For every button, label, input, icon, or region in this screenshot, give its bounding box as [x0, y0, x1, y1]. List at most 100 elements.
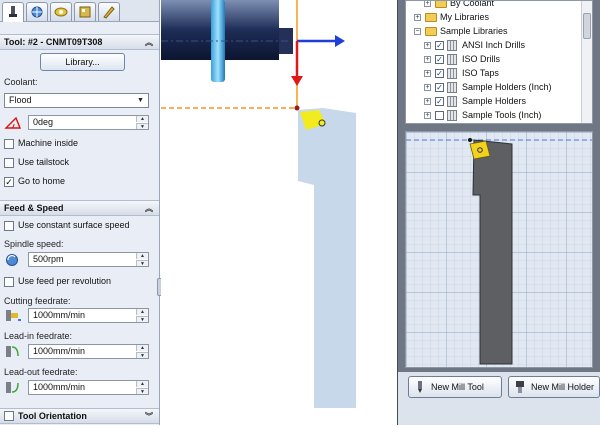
tool-tab[interactable] [2, 2, 24, 22]
tree-item-label: Sample Holders (Inch) [462, 82, 552, 92]
tree-item-checkbox[interactable]: ✓ [435, 69, 444, 78]
constant-surface-checkbox[interactable]: Use constant surface speed [4, 220, 154, 232]
tree-item[interactable]: + ✓ Sample Holders [406, 95, 582, 108]
expand-node-icon[interactable]: + [424, 56, 431, 63]
library-button[interactable]: Library... [40, 53, 125, 71]
expand-node-icon[interactable]: + [424, 42, 431, 49]
tree-item[interactable]: + Sample Tools (Inch) [406, 109, 582, 122]
angle-icon [4, 116, 22, 129]
config-icon [79, 6, 91, 18]
tree-item-checkbox[interactable]: ✓ [435, 41, 444, 50]
spin-down-icon[interactable]: ▼ [136, 260, 148, 267]
expand-node-icon[interactable]: + [424, 112, 431, 119]
spin-up-icon[interactable]: ▲ [136, 253, 148, 259]
graphics-viewport[interactable] [161, 0, 397, 425]
property-tab-strip [0, 0, 159, 22]
appearance-tab[interactable] [98, 2, 120, 21]
spin-up-icon[interactable]: ▲ [136, 116, 148, 122]
scrollbar-thumb[interactable] [583, 13, 591, 39]
use-tailstock-checkbox[interactable]: Use tailstock [4, 157, 154, 169]
expand-node-icon[interactable]: + [414, 14, 421, 21]
leadin-feedrate-value: 1000mm/min [33, 346, 86, 356]
expand-icon[interactable]: ︾ [145, 410, 153, 424]
preview-origin [468, 138, 472, 142]
new-mill-tool-label: New Mill Tool [431, 382, 484, 392]
expand-node-icon[interactable]: + [424, 1, 431, 7]
holder-icon [516, 381, 524, 393]
expand-node-icon[interactable]: + [424, 98, 431, 105]
tree-item-checkbox[interactable]: ✓ [435, 55, 444, 64]
go-to-home-label: Go to home [18, 176, 66, 186]
leadin-feedrate-label: Lead-in feedrate: [4, 331, 73, 341]
dropdown-arrow-icon[interactable]: ▼ [135, 95, 146, 106]
globe-tab[interactable] [26, 2, 48, 21]
tree-item[interactable]: + By Coolant [406, 1, 582, 10]
constant-surface-label: Use constant surface speed [18, 220, 130, 230]
tree-item-label: ISO Drills [462, 54, 500, 64]
collapse-node-icon[interactable]: − [414, 28, 421, 35]
tool-preview [405, 131, 593, 368]
machine-inside-label: Machine inside [18, 138, 79, 148]
cutting-feedrate-input[interactable]: 1000mm/min ▲ ▼ [28, 308, 149, 323]
spin-down-icon[interactable]: ▼ [136, 123, 148, 130]
spin-down-icon[interactable]: ▼ [136, 316, 148, 323]
tool-orientation-section-header[interactable]: Tool Orientation ︾ [0, 408, 159, 424]
spin-up-icon[interactable]: ▲ [136, 309, 148, 315]
feature-tab[interactable] [50, 2, 72, 21]
preview-insert [469, 140, 491, 160]
coolant-label: Coolant: [4, 77, 38, 87]
coolant-value: Flood [9, 95, 32, 105]
collapse-icon[interactable]: ︽ [145, 36, 153, 50]
checkbox-box[interactable] [4, 277, 14, 287]
spin-up-icon[interactable]: ▲ [136, 345, 148, 351]
spin-down-icon[interactable]: ▼ [136, 352, 148, 359]
property-manager: Tool: #2 - CNMT09T308 ︽ Library... Coola… [0, 0, 160, 425]
machine-inside-checkbox[interactable]: Machine inside [4, 138, 154, 150]
checkbox-box[interactable] [4, 139, 14, 149]
tree-item[interactable]: + ✓ Sample Holders (Inch) [406, 81, 582, 94]
tree-item-label: ISO Taps [462, 68, 499, 78]
spin-up-icon[interactable]: ▲ [136, 381, 148, 387]
spindle-icon [6, 254, 18, 266]
new-mill-holder-button[interactable]: New Mill Holder [508, 376, 600, 398]
tree-item-checkbox[interactable]: ✓ [435, 97, 444, 106]
checkbox-box[interactable]: ✓ [4, 177, 14, 187]
leadout-feedrate-value: 1000mm/min [33, 382, 86, 392]
tree-item[interactable]: + ✓ ISO Taps [406, 67, 582, 80]
globe-icon [31, 6, 43, 18]
folder-icon [425, 13, 437, 22]
drill-icon [418, 381, 422, 393]
leadout-feedrate-input[interactable]: 1000mm/min ▲ ▼ [28, 380, 149, 395]
tree-item[interactable]: + My Libraries [406, 11, 582, 24]
tree-item[interactable]: + ✓ ISO Drills [406, 53, 582, 66]
new-mill-tool-button[interactable]: New Mill Tool [408, 376, 502, 398]
feed-per-rev-checkbox[interactable]: Use feed per revolution [4, 276, 154, 288]
config-tab[interactable] [74, 2, 96, 21]
collapse-icon[interactable]: ︽ [145, 202, 153, 216]
use-tailstock-label: Use tailstock [18, 157, 70, 167]
spindle-speed-value: 500rpm [33, 254, 64, 264]
checkbox-box[interactable] [4, 158, 14, 168]
tree-item[interactable]: + ✓ ANSI Inch Drills [406, 39, 582, 52]
tree-item[interactable]: − Sample Libraries [406, 25, 582, 38]
angle-input[interactable]: 0deg ▲ ▼ [28, 115, 149, 130]
leadin-feedrate-input[interactable]: 1000mm/min ▲ ▼ [28, 344, 149, 359]
folder-icon [425, 27, 437, 36]
tree-item-checkbox[interactable]: ✓ [435, 83, 444, 92]
feed-speed-section-header[interactable]: Feed & Speed ︽ [0, 200, 159, 216]
feed-speed-title: Feed & Speed [4, 203, 64, 213]
expand-node-icon[interactable]: + [424, 84, 431, 91]
tree-item-checkbox[interactable] [435, 111, 444, 120]
expand-node-icon[interactable]: + [424, 70, 431, 77]
cutting-feed-icon [6, 310, 21, 321]
tool-section-header[interactable]: Tool: #2 - CNMT09T308 ︽ [0, 34, 159, 50]
go-to-home-checkbox[interactable]: ✓ Go to home [4, 176, 154, 188]
tool-section-title: Tool: #2 - CNMT09T308 [4, 37, 103, 47]
checkbox-box[interactable] [4, 221, 14, 231]
coolant-dropdown[interactable]: Flood ▼ [4, 93, 149, 108]
library-tree[interactable]: + By Coolant + My Libraries − Sample Librarie… [405, 0, 593, 124]
tool-orientation-checkbox[interactable] [4, 411, 14, 421]
spindle-speed-input[interactable]: 500rpm ▲ ▼ [28, 252, 149, 267]
tree-scrollbar[interactable] [581, 1, 592, 123]
spin-down-icon[interactable]: ▼ [136, 388, 148, 395]
